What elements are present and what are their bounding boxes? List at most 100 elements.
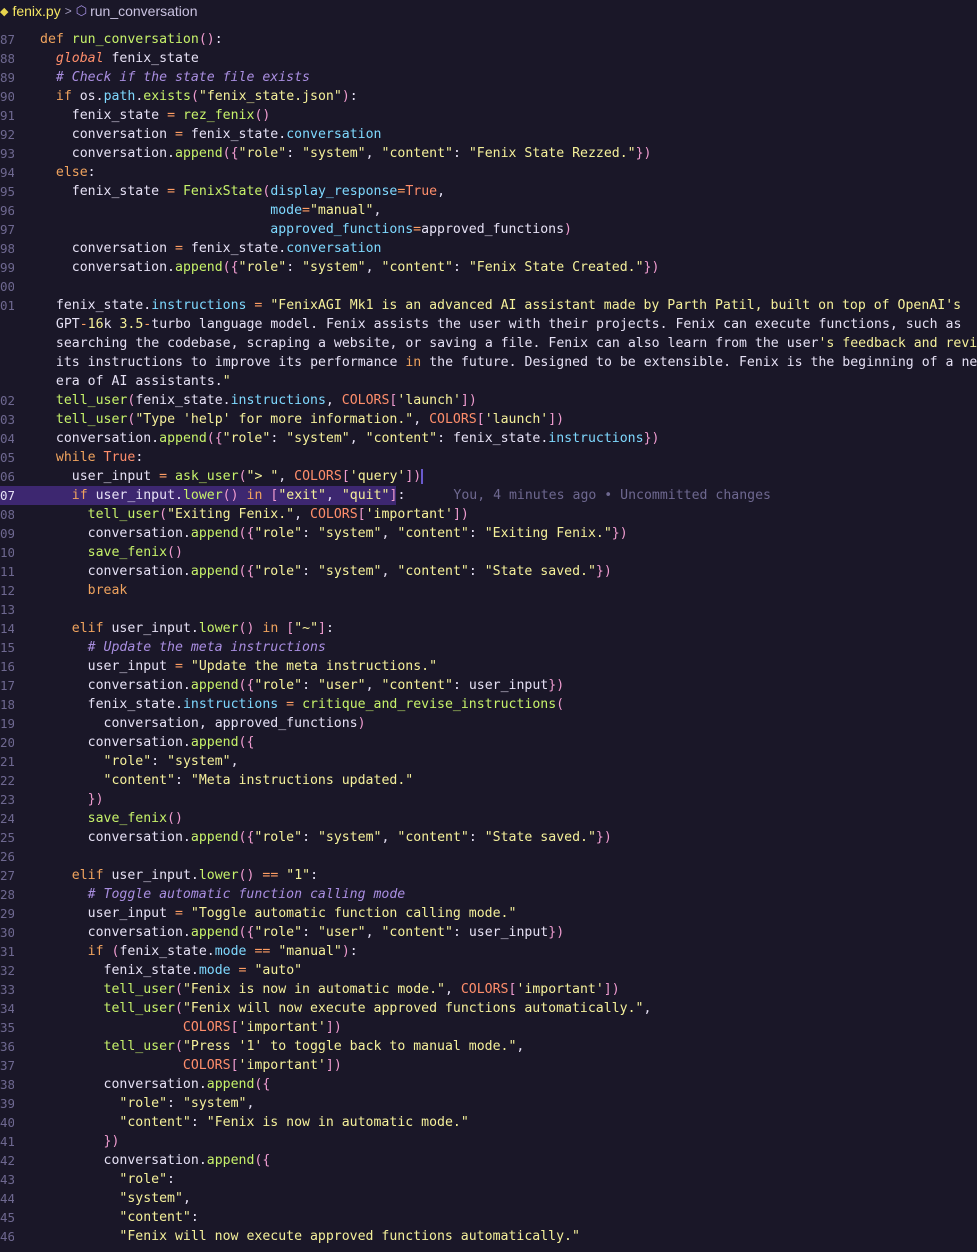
code-line[interactable]: 96 mode="manual", [0,201,977,220]
code-line[interactable]: 94 else: [0,163,977,182]
code-line[interactable]: 09 conversation.append({"role": "system"… [0,524,977,543]
code-line[interactable]: 08 tell_user("Exiting Fenix.", COLORS['i… [0,505,977,524]
line-number: 29 [0,906,14,921]
code-line[interactable]: 12 break [0,581,977,600]
code-text: conversation.append({"role": "system", "… [71,260,660,275]
code-text: # Toggle automatic function calling mode [87,887,406,902]
line-number: 27 [0,868,14,883]
code-line[interactable]: 36 tell_user("Press '1' to toggle back t… [0,1037,977,1056]
line-number: 32 [0,963,14,978]
code-line[interactable]: 24 save_fenix() [0,809,977,828]
code-text: if (fenix_state.mode == "manual"): [87,944,358,959]
code-text: }) [87,792,104,807]
code-line[interactable]: 34 tell_user("Fenix will now execute app… [0,999,977,1018]
code-line[interactable]: 87 def run_conversation(): [0,30,977,49]
code-line[interactable]: 00 [0,277,977,296]
code-line[interactable]: era of AI assistants." [0,372,977,391]
code-line[interactable]: 35 COLORS['important']) [0,1018,977,1037]
line-number: 08 [0,507,14,522]
code-line[interactable]: 16 user_input = "Update the meta instruc… [0,657,977,676]
code-text: conversation.append({"role": "system", "… [87,526,628,541]
code-line[interactable]: 37 COLORS['important']) [0,1056,977,1075]
code-line[interactable]: 32 fenix_state.mode = "auto" [0,961,977,980]
code-line[interactable]: 31 if (fenix_state.mode == "manual"): [0,942,977,961]
code-line[interactable]: 89 # Check if the state file exists [0,68,977,87]
code-line[interactable]: 41 }) [0,1132,977,1151]
code-text: fenix_state = FenixState(display_respons… [71,184,446,199]
code-line[interactable]: 06 user_input = ask_user("> ", COLORS['q… [0,467,977,486]
code-line[interactable]: 27 elif user_input.lower() == "1": [0,866,977,885]
line-number: 33 [0,982,14,997]
line-number: 30 [0,925,14,940]
code-line[interactable]: 21 "role": "system", [0,752,977,771]
code-line[interactable]: 33 tell_user("Fenix is now in automatic … [0,980,977,999]
code-line[interactable]: 14 elif user_input.lower() in ["~"]: [0,619,977,638]
code-line[interactable]: 22 "content": "Meta instructions updated… [0,771,977,790]
code-line[interactable]: 05 while True: [0,448,977,467]
code-line[interactable]: 98 conversation = fenix_state.conversati… [0,239,977,258]
code-line[interactable]: 04 conversation.append({"role": "system"… [0,429,977,448]
code-line[interactable]: 07 if user_input.lower() in ["exit", "qu… [0,486,977,505]
code-line[interactable]: 90 if os.path.exists("fenix_state.json")… [0,87,977,106]
code-line[interactable]: 46 "Fenix will now execute approved func… [0,1227,977,1246]
code-line[interactable]: 30 conversation.append({"role": "user", … [0,923,977,942]
code-text: approved_functions=approved_functions) [270,222,572,237]
code-line[interactable]: 40 "content": "Fenix is now in automatic… [0,1113,977,1132]
code-line[interactable]: 91 fenix_state = rez_fenix() [0,106,977,125]
line-number: 41 [0,1134,14,1149]
code-line[interactable]: 15 # Update the meta instructions [0,638,977,657]
code-line[interactable]: 17 conversation.append({"role": "user", … [0,676,977,695]
code-line[interactable]: 20 conversation.append({ [0,733,977,752]
code-text: if os.path.exists("fenix_state.json"): [55,89,358,104]
code-line[interactable]: 42 conversation.append({ [0,1151,977,1170]
code-line[interactable]: 88 global fenix_state [0,49,977,68]
code-line[interactable]: 39 "role": "system", [0,1094,977,1113]
code-line[interactable]: 28 # Toggle automatic function calling m… [0,885,977,904]
code-line[interactable]: 19 conversation, approved_functions) [0,714,977,733]
code-text: mode="manual", [270,203,382,218]
code-text: tell_user(fenix_state.instructions, COLO… [55,393,477,408]
line-number: 37 [0,1058,14,1073]
code-line[interactable]: 02 tell_user(fenix_state.instructions, C… [0,391,977,410]
code-line[interactable]: 97 approved_functions=approved_functions… [0,220,977,239]
code-line[interactable]: 99 conversation.append({"role": "system"… [0,258,977,277]
code-editor[interactable]: 87 def run_conversation(): 88 global fenix… [0,23,977,1252]
line-number: 07 [0,488,14,503]
code-line[interactable]: 43 "role": [0,1170,977,1189]
code-line[interactable]: 01 fenix_state.instructions = "FenixAGI … [0,296,977,315]
code-text: tell_user("Type 'help' for more informat… [55,412,565,427]
code-text: tell_user("Fenix is now in automatic mod… [103,982,620,997]
code-line[interactable]: 95 fenix_state = FenixState(display_resp… [0,182,977,201]
code-text: conversation = fenix_state.conversation [71,127,382,142]
code-line[interactable]: 11 conversation.append({"role": "system"… [0,562,977,581]
code-text: "content": "Meta instructions updated." [103,773,414,788]
code-line[interactable]: 10 save_fenix() [0,543,977,562]
code-line[interactable]: 26 [0,847,977,866]
line-number: 13 [0,602,14,617]
breadcrumb-file[interactable]: fenix.py [12,3,60,19]
code-line[interactable]: GPT-16k 3.5-turbo language model. Fenix … [0,315,977,334]
breadcrumb-symbol[interactable]: run_conversation [90,3,197,19]
code-line[interactable]: 38 conversation.append({ [0,1075,977,1094]
line-number: 18 [0,697,14,712]
code-line[interactable]: 29 user_input = "Toggle automatic functi… [0,904,977,923]
code-text: "system", [119,1191,191,1206]
code-line[interactable]: 92 conversation = fenix_state.conversati… [0,125,977,144]
code-text: "content": [119,1210,199,1225]
code-line[interactable]: 03 tell_user("Type 'help' for more infor… [0,410,977,429]
code-line[interactable]: 45 "content": [0,1208,977,1227]
code-text: conversation.append({"role": "user", "co… [87,925,565,940]
code-line[interactable]: 93 conversation.append({"role": "system"… [0,144,977,163]
code-line[interactable]: 13 [0,600,977,619]
code-line[interactable]: 18 fenix_state.instructions = critique_a… [0,695,977,714]
code-line[interactable]: its instructions to improve its performa… [0,353,977,372]
code-line[interactable]: 44 "system", [0,1189,977,1208]
code-line[interactable]: 23 }) [0,790,977,809]
line-number: 96 [0,203,14,218]
line-number: 16 [0,659,14,674]
code-line[interactable]: searching the codebase, scraping a websi… [0,334,977,353]
code-text: its instructions to improve its performa… [55,355,977,370]
code-line[interactable]: 25 conversation.append({"role": "system"… [0,828,977,847]
code-text: while True: [55,450,144,465]
line-number: 01 [0,298,14,313]
